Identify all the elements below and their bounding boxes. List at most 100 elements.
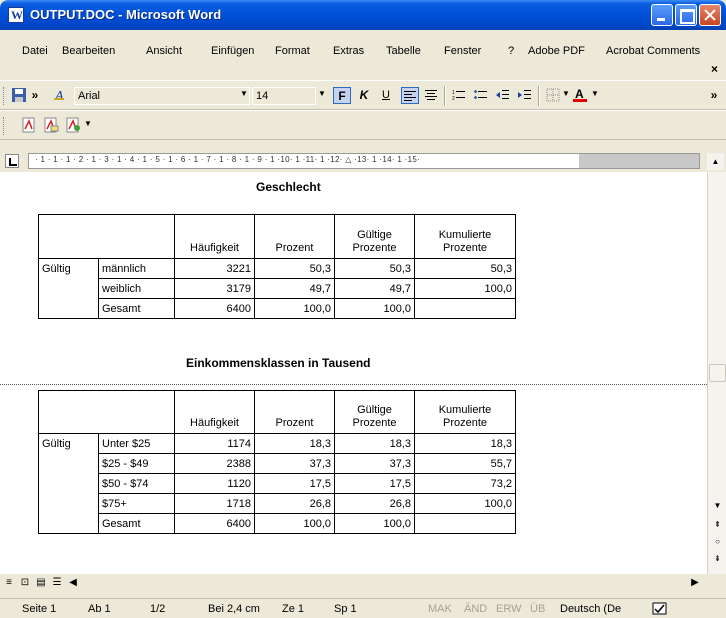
font-color-icon[interactable]: A xyxy=(571,87,589,104)
menu-adobe-pdf[interactable]: Adobe PDF xyxy=(528,45,585,57)
table-cell: 18,3 xyxy=(414,433,516,454)
table-header-row: Häufigkeit Prozent Gültige Prozente Kumu… xyxy=(38,390,516,434)
row-label: $50 - $74 xyxy=(98,473,175,494)
toolbar-grip[interactable] xyxy=(3,87,6,105)
word-app-icon[interactable] xyxy=(8,7,24,23)
menu-ansicht[interactable]: Ansicht xyxy=(146,45,182,57)
table-cell: 18,3 xyxy=(334,433,415,454)
convert-to-pdf-icon[interactable] xyxy=(20,117,38,134)
scroll-down-button[interactable]: ▼ xyxy=(709,497,726,514)
menu-fenster[interactable]: Fenster xyxy=(444,45,481,57)
menu-format[interactable]: Format xyxy=(275,45,310,57)
font-color-dropdown-icon[interactable]: ▼ xyxy=(591,89,599,98)
table-corner-cell xyxy=(38,390,175,434)
table-row: $50 - $74 1120 17,5 17,5 73,2 xyxy=(38,473,516,494)
spelling-check-icon[interactable] xyxy=(652,602,668,618)
status-macro-recorder[interactable]: MAK xyxy=(428,603,452,615)
horizontal-ruler[interactable]: · 1 · 1 · 1 · 2 · 1 · 3 · 1 · 4 · 1 · 5 … xyxy=(28,153,700,169)
column-header: Gültige Prozente xyxy=(334,390,415,434)
scrollbar-thumb[interactable] xyxy=(709,364,726,382)
table-cell: 17,5 xyxy=(254,473,335,494)
frequency-table-einkommensklassen: Häufigkeit Prozent Gültige Prozente Kumu… xyxy=(38,390,516,534)
toolbar-overflow-chevron-icon[interactable]: » xyxy=(705,87,723,104)
table-row: $75+ 1718 26,8 26,8 100,0 xyxy=(38,493,516,514)
underline-button[interactable]: U xyxy=(377,87,395,104)
row-label: Unter $25 xyxy=(98,433,175,454)
menu-tabelle[interactable]: Tabelle xyxy=(386,45,421,57)
font-size-dropdown-icon[interactable]: ▼ xyxy=(318,89,326,98)
close-document-button[interactable]: × xyxy=(711,62,718,76)
table-cell: 26,8 xyxy=(254,493,335,514)
menu-datei[interactable]: Datei xyxy=(22,45,48,57)
svg-text:A: A xyxy=(54,89,64,103)
status-track-changes[interactable]: ÄND xyxy=(464,603,487,615)
menu-acrobat-comments[interactable]: Acrobat Comments xyxy=(606,45,700,57)
table-row: $25 - $49 2388 37,3 37,3 55,7 xyxy=(38,453,516,474)
previous-page-icon[interactable]: ⇞ xyxy=(709,516,726,533)
decrease-indent-icon[interactable] xyxy=(494,87,512,104)
select-browse-object-icon[interactable]: ○ xyxy=(709,533,726,550)
frequency-table-geschlecht: Häufigkeit Prozent Gültige Prozente Kumu… xyxy=(38,214,516,319)
increase-indent-icon[interactable] xyxy=(516,87,534,104)
table-cell: 37,3 xyxy=(254,453,335,474)
font-size-select[interactable]: 14 xyxy=(252,87,316,105)
bold-button[interactable]: F xyxy=(333,87,351,104)
font-name-dropdown-icon[interactable]: ▼ xyxy=(240,89,248,98)
column-header: Prozent xyxy=(254,390,335,434)
column-header: Häufigkeit xyxy=(174,214,255,259)
table-cell: 6400 xyxy=(174,513,255,534)
web-layout-view-icon[interactable]: ⊡ xyxy=(18,576,32,590)
table-cell: 100,0 xyxy=(254,298,335,319)
row-label: weiblich xyxy=(98,278,175,299)
convert-and-email-pdf-icon[interactable] xyxy=(42,117,60,134)
print-layout-view-icon[interactable]: ▤ xyxy=(34,576,48,590)
minimize-button[interactable] xyxy=(651,4,673,26)
styles-icon[interactable]: A xyxy=(52,87,70,104)
scroll-right-button[interactable]: ▶ xyxy=(688,576,702,590)
menu-bearbeiten[interactable]: Bearbeiten xyxy=(62,45,115,57)
borders-icon[interactable] xyxy=(544,87,562,104)
table-cell: 17,5 xyxy=(334,473,415,494)
svg-text:2: 2 xyxy=(452,96,455,102)
convert-and-review-pdf-icon[interactable] xyxy=(64,117,82,134)
table-cell xyxy=(414,298,516,319)
acrobat-toolbar-dropdown-icon[interactable]: ▼ xyxy=(84,119,92,128)
table-cell: 1718 xyxy=(174,493,255,514)
table-cell: 49,7 xyxy=(254,278,335,299)
bulleted-list-icon[interactable] xyxy=(472,87,490,104)
table-row: Gültig Unter $25 1174 18,3 18,3 18,3 xyxy=(38,433,516,454)
close-window-button[interactable] xyxy=(699,4,721,26)
vertical-scrollbar[interactable]: ▼ ⇞ ○ ⇟ xyxy=(707,172,726,592)
column-header: Häufigkeit xyxy=(174,390,255,434)
status-position: Bei 2,4 cm xyxy=(208,603,260,615)
outline-view-icon[interactable]: ☰ xyxy=(50,576,64,590)
menu-help[interactable]: ? xyxy=(508,45,514,57)
status-extend[interactable]: ERW xyxy=(496,603,521,615)
section-break-line xyxy=(0,384,707,385)
menu-einfuegen[interactable]: Einfügen xyxy=(211,45,254,57)
group-label-spacer xyxy=(38,453,99,474)
toolbar-grip[interactable] xyxy=(3,117,6,135)
font-name-select[interactable]: Arial xyxy=(74,87,250,105)
table-title-geschlecht: Geschlecht xyxy=(256,180,321,194)
tab-selector-icon[interactable] xyxy=(5,154,19,168)
borders-dropdown-icon[interactable]: ▼ xyxy=(562,89,570,98)
normal-view-icon[interactable]: ≡ xyxy=(2,576,16,590)
numbered-list-icon[interactable]: 12 xyxy=(450,87,468,104)
ruler-ticks: · 1 · 1 · 1 · 2 · 1 · 3 · 1 · 4 · 1 · 5 … xyxy=(35,155,421,164)
align-left-icon[interactable] xyxy=(401,87,419,104)
menu-extras[interactable]: Extras xyxy=(333,45,364,57)
table-cell: 100,0 xyxy=(414,278,516,299)
document-area[interactable]: Geschlecht Häufigkeit Prozent Gültige Pr… xyxy=(0,172,707,592)
toolbar-chevron-icon[interactable]: » xyxy=(26,87,44,104)
next-page-icon[interactable]: ⇟ xyxy=(709,550,726,567)
maximize-button[interactable] xyxy=(675,4,697,26)
table-row: weiblich 3179 49,7 49,7 100,0 xyxy=(38,278,516,299)
table-row: Gültig männlich 3221 50,3 50,3 50,3 xyxy=(38,258,516,279)
align-center-icon[interactable] xyxy=(422,87,440,104)
italic-button[interactable]: K xyxy=(355,87,373,104)
scroll-left-button[interactable]: ◀ xyxy=(66,576,80,590)
scroll-up-button[interactable]: ▲ xyxy=(707,153,724,170)
status-overtype[interactable]: ÜB xyxy=(530,603,545,615)
table-row: Gesamt 6400 100,0 100,0 xyxy=(38,513,516,534)
